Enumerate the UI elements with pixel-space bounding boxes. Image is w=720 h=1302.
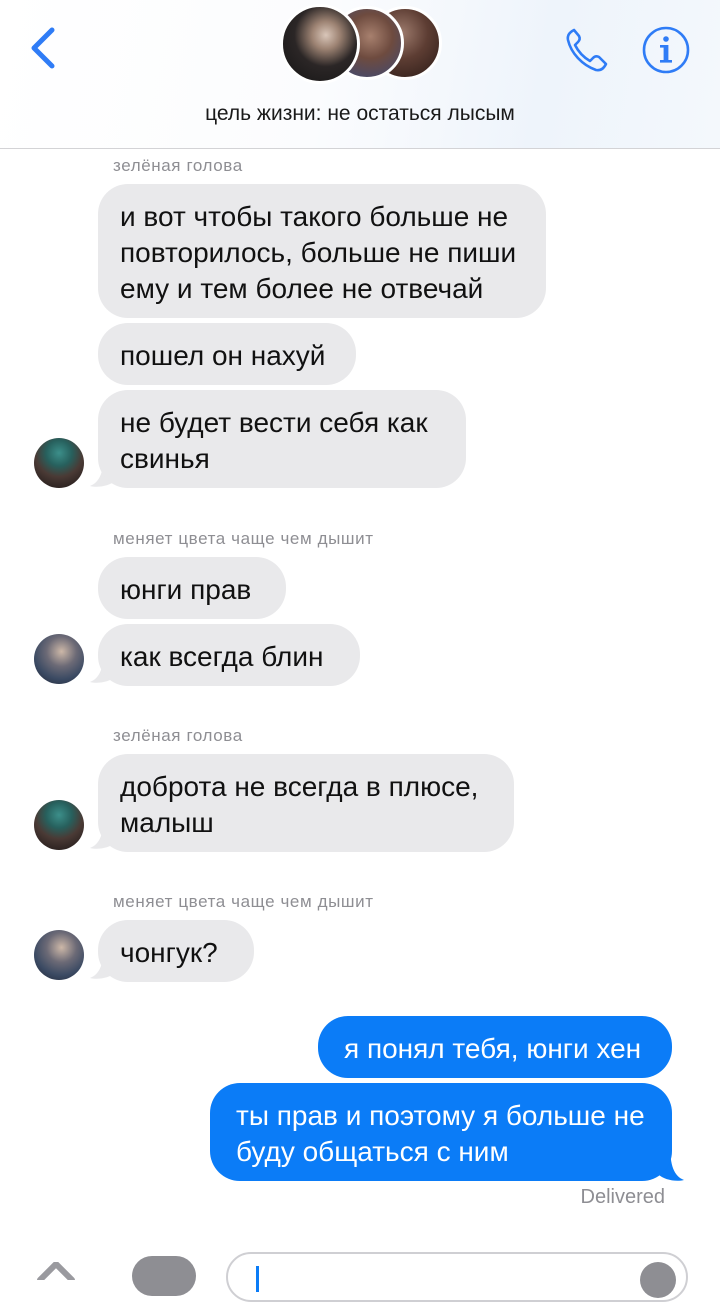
microphone-icon[interactable] — [640, 1262, 676, 1298]
message-line: повторилось, больше не пиши — [120, 237, 517, 268]
contact-avatar[interactable] — [34, 930, 84, 980]
delivery-status: Delivered — [580, 1186, 665, 1208]
message-input[interactable] — [226, 1252, 688, 1302]
message-line: буду общаться с ним — [236, 1136, 509, 1167]
message-line: не будет вести себя как — [120, 407, 428, 438]
sender-name: меняет цвета чаще чем дышит — [113, 529, 374, 548]
incoming-message[interactable]: пошел он нахуй — [98, 323, 356, 385]
message-line: свинья — [120, 443, 210, 474]
group-avatar-1 — [280, 4, 360, 84]
chat-header: цель жизни: не остаться лысым — [0, 0, 720, 149]
incoming-message[interactable]: юнги прав — [98, 557, 286, 619]
call-button[interactable] — [562, 24, 612, 76]
input-bar — [0, 1246, 720, 1302]
digital-touch-icon[interactable] — [132, 1256, 196, 1296]
outgoing-message[interactable]: ты прав и поэтому я больше не буду общат… — [210, 1083, 672, 1181]
contact-avatar[interactable] — [34, 800, 84, 850]
message-text: юнги прав — [120, 574, 252, 605]
incoming-message[interactable]: не будет вести себя как свинья — [98, 390, 466, 488]
contact-avatar[interactable] — [34, 634, 84, 684]
sender-name: зелёная голова — [113, 726, 243, 745]
appstore-icon[interactable] — [30, 1262, 86, 1280]
message-line: и вот чтобы такого больше не — [120, 201, 509, 232]
sender-name: зелёная голова — [113, 156, 243, 175]
contact-avatar[interactable] — [34, 438, 84, 488]
incoming-message[interactable]: доброта не всегда в плюсе, малыш — [98, 754, 514, 852]
incoming-message[interactable]: и вот чтобы такого больше не повторилось… — [98, 184, 546, 318]
message-text: я понял тебя, юнги хен — [344, 1033, 642, 1064]
phone-icon — [566, 28, 608, 72]
info-icon — [642, 26, 690, 74]
chevron-left-icon — [31, 27, 55, 69]
sender-name: меняет цвета чаще чем дышит — [113, 892, 374, 911]
conversation-title[interactable]: цель жизни: не остаться лысым — [0, 102, 720, 126]
outgoing-message[interactable]: я понял тебя, юнги хен — [318, 1016, 672, 1078]
message-text: пошел он нахуй — [120, 340, 326, 371]
message-text: как всегда блин — [120, 641, 324, 672]
message-text: чонгук? — [120, 937, 218, 968]
group-avatars[interactable] — [280, 4, 450, 86]
incoming-message[interactable]: как всегда блин — [98, 624, 360, 686]
message-line: ему и тем более не отвечай — [120, 273, 484, 304]
message-line: малыш — [120, 807, 214, 838]
info-button[interactable] — [640, 24, 692, 76]
message-line: доброта не всегда в плюсе, — [120, 771, 479, 802]
back-button[interactable] — [26, 24, 62, 72]
incoming-message[interactable]: чонгук? — [98, 920, 254, 982]
text-cursor — [256, 1266, 259, 1292]
message-line: ты прав и поэтому я больше не — [236, 1100, 645, 1131]
